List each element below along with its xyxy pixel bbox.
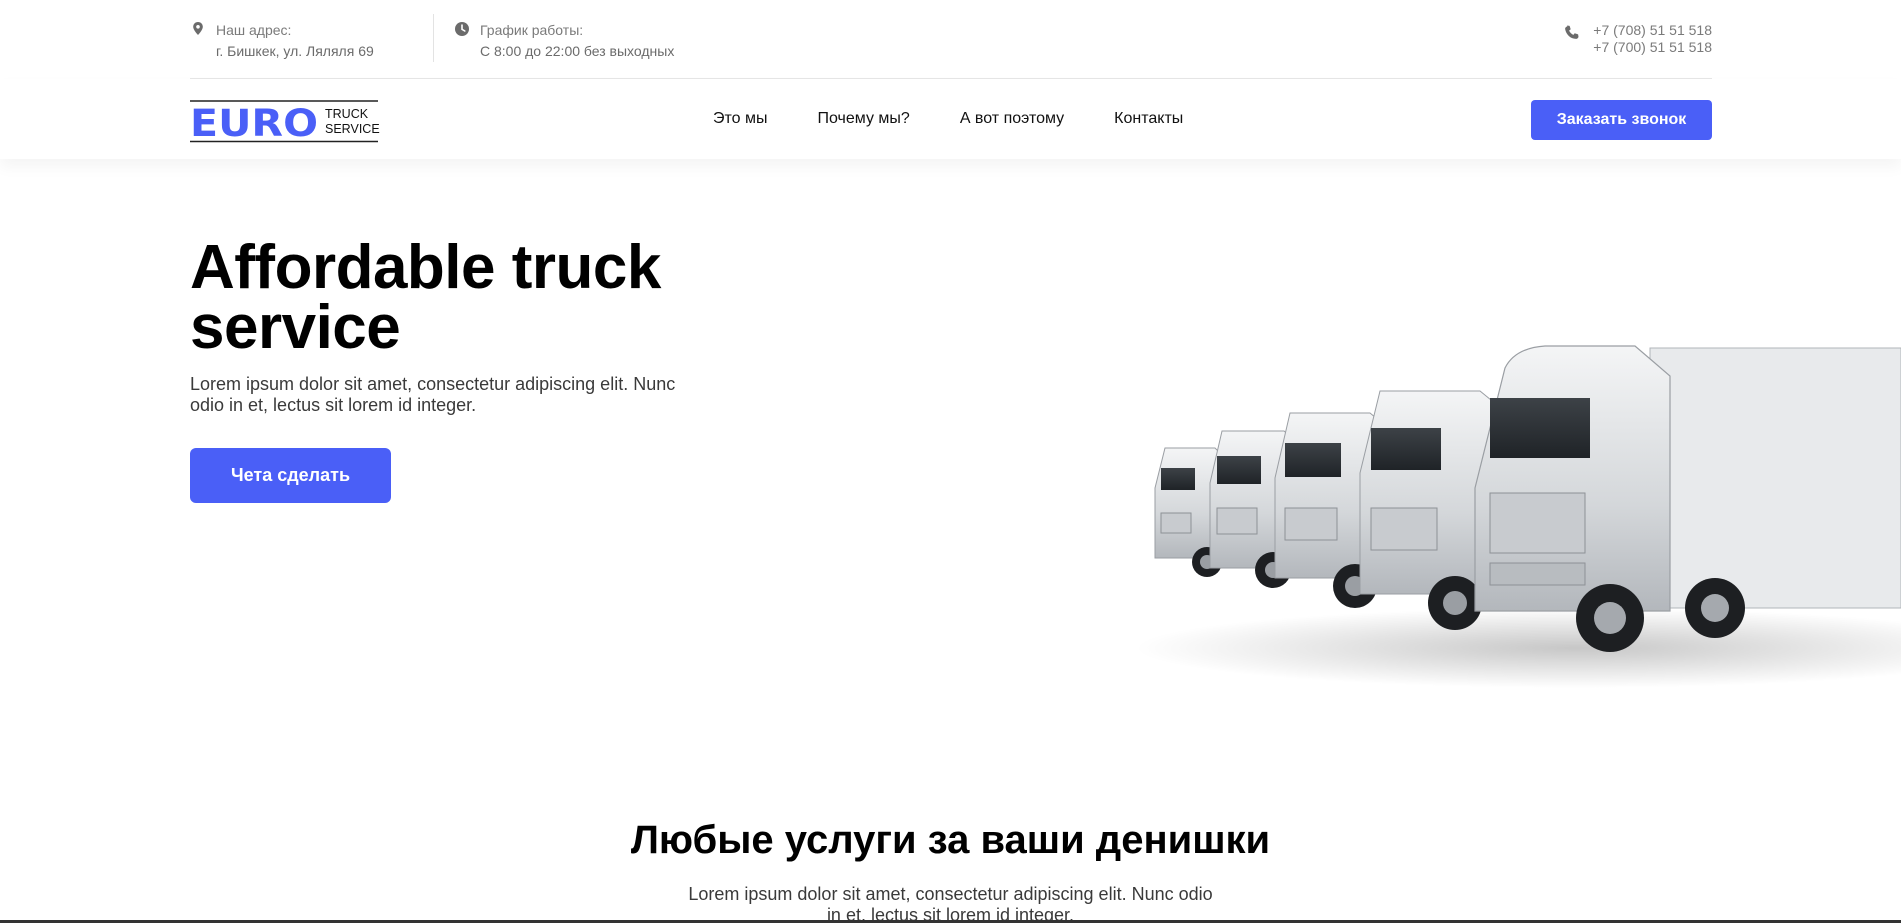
hero-title: Affordable truck service [190,233,661,362]
services-description: Lorem ipsum dolor sit amet, consectetur … [688,884,1213,923]
logo[interactable]: EURO TRUCK SERVICE [190,100,380,143]
clock-icon [455,22,469,36]
nav-item-why-us[interactable]: Почему мы? [818,109,910,129]
address-block: Наш адрес: г. Бишкек, ул. Ляляля 69 [190,20,374,62]
logo-line1: TRUCK [325,107,369,121]
phone-primary[interactable]: +7 (708) 51 51 518 [1593,22,1712,39]
phone-secondary[interactable]: +7 (700) 51 51 518 [1593,39,1712,56]
divider [433,14,434,62]
hours-value: С 8:00 до 22:00 без выходных [480,43,675,59]
truck-fleet-image [1135,345,1901,688]
nav-item-contacts[interactable]: Контакты [1114,109,1183,129]
request-call-button[interactable]: Заказать звонок [1531,100,1712,140]
phones-block: +7 (708) 51 51 518 +7 (700) 51 51 518 [1563,22,1712,56]
address-label: Наш адрес: [216,22,292,38]
hero-description: Lorem ipsum dolor sit amet, consectetur … [190,374,676,415]
top-info-bar: Наш адрес: г. Бишкек, ул. Ляляля 69 Граф… [190,0,1712,79]
main-header: EURO TRUCK SERVICE Это мы Почему мы? А в… [0,79,1901,159]
hero-action-button[interactable]: Чета сделать [190,448,391,503]
logo-line2: SERVICE [325,122,380,136]
logo-word: EURO [190,102,318,143]
hours-label: График работы: [480,22,584,38]
nav-item-reasons[interactable]: А вот поэтому [960,109,1064,129]
nav-item-about[interactable]: Это мы [713,109,768,129]
services-title: Любые услуги за ваши денишки [630,818,1271,862]
phone-icon [1565,25,1579,39]
location-pin-icon [193,22,203,35]
main-nav: Это мы Почему мы? А вот поэтому Контакты [713,109,1183,129]
address-value: г. Бишкек, ул. Ляляля 69 [216,43,374,59]
landing-page: Наш адрес: г. Бишкек, ул. Ляляля 69 Граф… [0,0,1901,923]
hours-block: График работы: С 8:00 до 22:00 без выход… [454,20,674,62]
truck-5 [1474,345,1901,652]
